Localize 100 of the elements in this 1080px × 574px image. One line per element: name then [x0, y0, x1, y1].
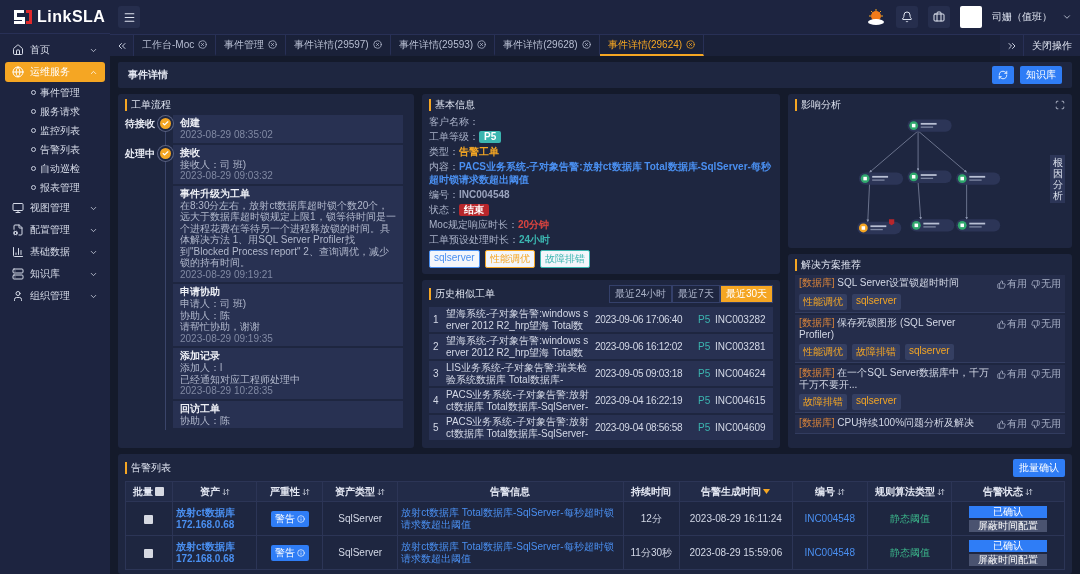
user-name[interactable]: 司姗（值班）: [992, 10, 1052, 24]
menu-icon: [122, 10, 136, 24]
submenu-item[interactable]: 服务请求: [5, 103, 105, 120]
row-summary: PACS业务系统-子对象告警:放射ct数据库 Total数据库-SqlServer-: [446, 415, 590, 440]
row-checkbox[interactable]: [144, 548, 154, 558]
tab[interactable]: 工作台-Moc: [134, 35, 217, 56]
scroll-right-button[interactable]: [1000, 35, 1024, 56]
sidebar-item[interactable]: 组织管理: [5, 286, 105, 306]
asset-ip: 172.168.0.68: [175, 518, 236, 531]
step-time: 2023-08-29 09:19:21: [180, 268, 274, 280]
solution-title[interactable]: [数据库] 在一个SQL Server数据库中，千万千万不要开...: [799, 367, 993, 391]
useless-button[interactable]: 无用: [1031, 367, 1061, 381]
tab[interactable]: 事件详情(29624): [599, 35, 705, 56]
row-number: 5: [433, 421, 440, 434]
graph-node[interactable]: [956, 172, 1001, 185]
thumbs-up-icon: [997, 419, 1006, 429]
tab[interactable]: 事件详情(29628): [495, 35, 600, 56]
fullscreen-icon: [1055, 100, 1065, 110]
solution-title[interactable]: [数据库] 保存死锁图形 (SQL Server Profiler): [799, 317, 993, 341]
graph-node[interactable]: [907, 170, 952, 183]
refresh-button[interactable]: [992, 66, 1014, 84]
graph-node[interactable]: [910, 219, 955, 232]
graph-node[interactable]: [907, 119, 952, 132]
useless-button[interactable]: 无用: [1031, 277, 1061, 291]
notification-button[interactable]: [896, 6, 918, 28]
history-row[interactable]: 2 望海系统-子对象告警:windows server 2012 R2_hrp望海 Total数 2023-09-06 16:12:02 P5 INC003281: [429, 334, 773, 359]
step-text: 协助人：陈: [180, 414, 231, 426]
mute-config-button[interactable]: 屏蔽时间配置: [969, 553, 1048, 566]
briefcase-button[interactable]: [928, 6, 950, 28]
submenu-item[interactable]: 事件管理: [5, 84, 105, 101]
sort-icon[interactable]: [836, 487, 845, 496]
tag: sqlserver: [852, 294, 901, 310]
tag: sqlserver: [852, 394, 901, 410]
sidebar-item[interactable]: 首页: [5, 40, 105, 60]
table-cell-text: SqlServer: [337, 512, 384, 525]
sidebar-item[interactable]: 视图管理: [5, 198, 105, 218]
close-icon: [686, 40, 696, 49]
row-id: INC003282: [715, 313, 767, 326]
useful-button[interactable]: 有用: [997, 317, 1027, 331]
tab[interactable]: 事件详情(29593): [390, 35, 496, 56]
bell-icon: [901, 11, 913, 23]
graph-node[interactable]: [858, 172, 904, 185]
solution-title[interactable]: [数据库] SQL Server设置锁超时时间: [799, 277, 993, 289]
submenu-item[interactable]: 监控列表: [5, 122, 105, 139]
sort-icon[interactable]: [301, 487, 310, 496]
submenu-item[interactable]: 告警列表: [5, 141, 105, 158]
menu-item-icon: [12, 268, 24, 280]
step-title: 回访工单: [180, 402, 221, 415]
tab[interactable]: 事件详情(29597): [286, 35, 391, 56]
stage-label: 待接收: [125, 117, 156, 131]
useful-button[interactable]: 有用: [997, 417, 1027, 431]
row-checkbox[interactable]: [144, 514, 154, 524]
graph-node[interactable]: [857, 221, 902, 235]
menu-button[interactable]: [118, 6, 140, 28]
thumbs-down-icon: [1031, 319, 1040, 329]
sidebar-item[interactable]: 知识库: [5, 264, 105, 284]
useless-button[interactable]: 无用: [1031, 317, 1061, 331]
step-text: 请帮忙协助，谢谢: [180, 321, 261, 333]
solution-title[interactable]: [数据库] CPU持续100%问题分析及解决: [799, 417, 993, 429]
useful-button[interactable]: 有用: [997, 277, 1027, 291]
knowledge-button[interactable]: 知识库: [1020, 66, 1062, 84]
submenu-item[interactable]: 自动巡检: [5, 160, 105, 177]
root-cause-button[interactable]: 根因分析: [1050, 155, 1065, 203]
step-time: 2023-08-29 10:28:35: [180, 385, 274, 397]
sort-icon[interactable]: [221, 487, 230, 496]
sort-icon[interactable]: [377, 487, 386, 496]
close-operations-button[interactable]: 关闭操作: [1024, 35, 1080, 56]
range-tab[interactable]: 最近24小时: [609, 285, 673, 303]
step-text: 接收人：司 班): [180, 158, 248, 170]
tab[interactable]: 事件管理: [216, 35, 287, 56]
graph-node[interactable]: [956, 219, 1001, 232]
history-row[interactable]: 5 PACS业务系统-子对象告警:放射ct数据库 Total数据库-SqlServer- 2023-09-04 08:56:58 P5 INC004609: [429, 415, 773, 440]
submenu-item[interactable]: 报表管理: [5, 179, 105, 196]
status-button[interactable]: 已确认: [969, 539, 1048, 552]
useless-button[interactable]: 无用: [1031, 417, 1061, 431]
sidebar-item[interactable]: 配置管理: [5, 220, 105, 240]
row-number: 1: [433, 313, 440, 326]
thumbs-up-icon: [997, 279, 1006, 289]
useful-button[interactable]: 有用: [997, 367, 1027, 381]
tag: 故障排错: [852, 344, 900, 360]
history-row[interactable]: 4 PACS业务系统-子对象告警:放射ct数据库 Total数据库-SqlServer- 2023-09-04 16:22:19 P5 INC004615: [429, 388, 773, 413]
scroll-left-button[interactable]: [110, 35, 134, 56]
history-row[interactable]: 1 望海系统-子对象告警:windows server 2012 R2_hrp望海 Total数 2023-09-06 17:06:40 P5 INC003282: [429, 307, 773, 332]
asset-name[interactable]: 放射ct数据库: [175, 540, 254, 553]
info-field: 类型：告警工单: [429, 145, 773, 158]
step-time: 2023-08-29 09:03:32: [180, 170, 274, 182]
severity-badge: 警告: [270, 544, 309, 561]
info-field: 状态： 结束: [429, 203, 773, 216]
alert-marker-icon: [888, 219, 895, 226]
sidebar-item[interactable]: 基础数据: [5, 242, 105, 262]
mute-config-button[interactable]: 屏蔽时间配置: [969, 519, 1048, 532]
sort-icon[interactable]: [936, 487, 945, 496]
sort-icon[interactable]: [1025, 487, 1034, 496]
range-tab[interactable]: 最近7天: [672, 285, 720, 303]
status-button[interactable]: 已确认: [969, 505, 1048, 518]
tag: sqlserver: [429, 250, 480, 268]
select-all-checkbox[interactable]: [155, 487, 165, 496]
asset-name[interactable]: 放射ct数据库: [175, 506, 254, 519]
batch-confirm-button[interactable]: 批量确认: [1013, 459, 1065, 477]
sort-descending-icon[interactable]: [763, 489, 771, 494]
